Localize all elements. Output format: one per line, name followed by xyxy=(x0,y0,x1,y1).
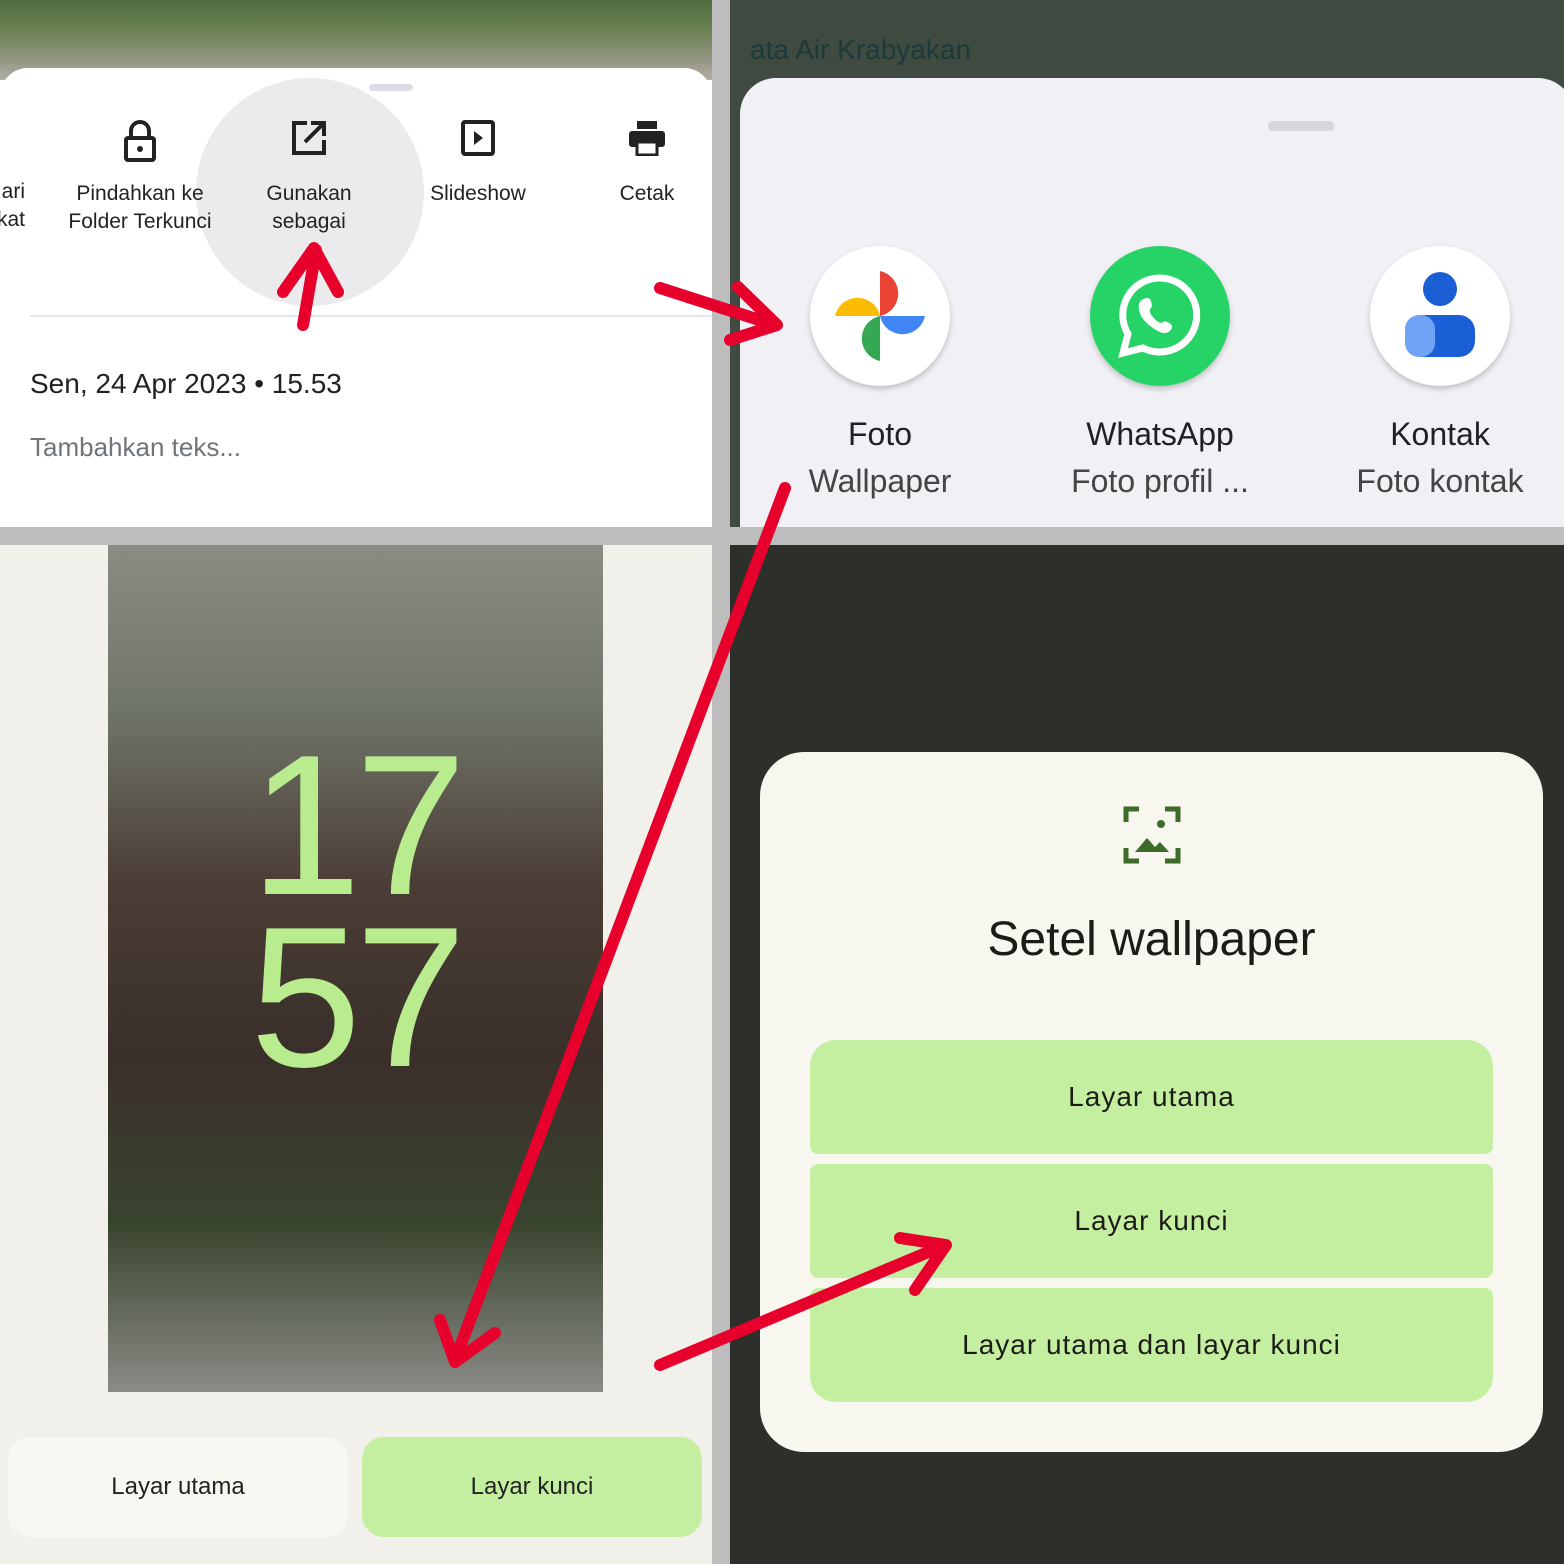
whatsapp-icon xyxy=(1090,246,1230,386)
wallpaper-preview-panel: 17 57 Layar utama Layar kunci xyxy=(0,545,712,1564)
contacts-icon xyxy=(1370,246,1510,386)
app-contacts[interactable]: Kontak Foto kontak xyxy=(1300,246,1564,500)
option-home-and-lock[interactable]: Layar utama dan layar kunci xyxy=(810,1288,1493,1402)
photo-date: Sen, 24 Apr 2023 • 15.53 xyxy=(30,368,342,399)
sheet-handle[interactable] xyxy=(369,84,413,91)
option-home-screen[interactable]: Layar utama xyxy=(810,1040,1493,1154)
print-icon xyxy=(572,120,712,170)
add-caption-input[interactable]: Tambahkan teks... xyxy=(30,432,241,463)
app-google-photos[interactable]: Foto Wallpaper xyxy=(740,246,1020,500)
action-slideshow[interactable]: Slideshow xyxy=(403,120,553,208)
lock-icon xyxy=(65,120,215,170)
option-lock-screen[interactable]: Layar kunci xyxy=(810,1164,1493,1278)
tab-home-screen[interactable]: Layar utama xyxy=(8,1437,348,1537)
action-partial[interactable]: ari kat xyxy=(0,178,25,234)
set-wallpaper-panel: Setel wallpaper Layar utama Layar kunci … xyxy=(730,545,1564,1564)
slideshow-icon xyxy=(403,120,553,170)
tab-lock-screen[interactable]: Layar kunci xyxy=(362,1437,702,1537)
map-label: ata Air Krabyakan xyxy=(750,34,972,65)
google-photos-icon xyxy=(810,246,950,386)
photos-actions-panel: ari kat Pindahkan ke Folder Terkunci Gun… xyxy=(0,0,712,527)
divider xyxy=(30,315,712,317)
sheet-handle[interactable] xyxy=(1268,121,1334,131)
set-wallpaper-dialog: Setel wallpaper Layar utama Layar kunci … xyxy=(760,752,1543,1452)
action-move-locked[interactable]: Pindahkan ke Folder Terkunci xyxy=(65,120,215,236)
use-as-sheet-panel: ata Air Krabyakan Foto Wallpaper WhatsAp… xyxy=(730,0,1564,527)
app-whatsapp[interactable]: WhatsApp Foto profil ... xyxy=(1020,246,1300,500)
lock-screen-clock: 17 57 xyxy=(250,714,466,1109)
action-use-as[interactable]: Gunakan sebagai xyxy=(234,120,384,236)
wallpaper-icon xyxy=(1123,806,1181,869)
dialog-title: Setel wallpaper xyxy=(987,913,1316,966)
action-print[interactable]: Cetak xyxy=(572,120,712,208)
open-external-icon xyxy=(234,120,384,170)
